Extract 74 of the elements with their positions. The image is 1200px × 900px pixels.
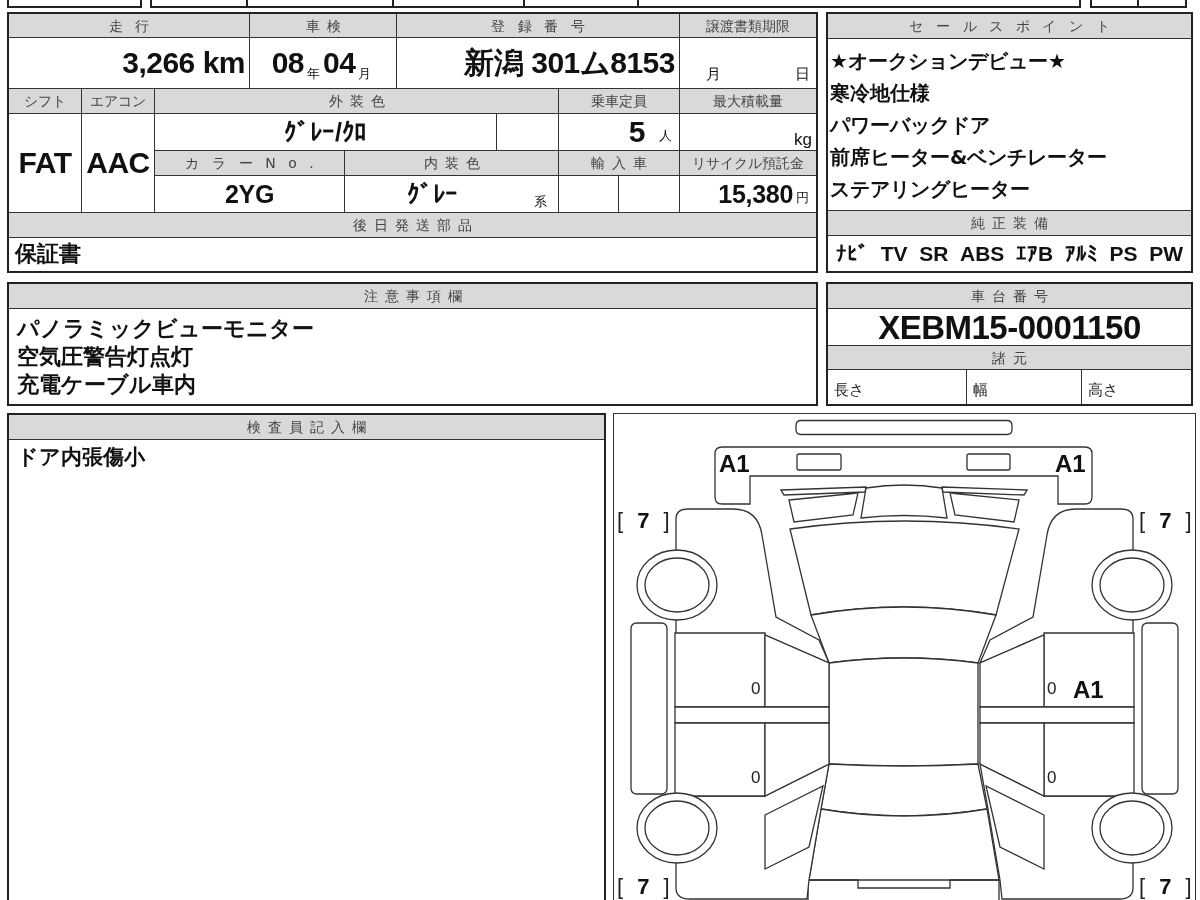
equipment-label: ｱﾙﾐ bbox=[1064, 243, 1098, 264]
damage-code: A1 bbox=[1055, 452, 1086, 476]
recycle-fee-value: 15,380 bbox=[718, 181, 793, 207]
column-header: 検査員記入欄 bbox=[9, 415, 604, 439]
inspection-month: 04 bbox=[323, 48, 356, 78]
deadline-day-unit: 日 bbox=[795, 67, 810, 82]
tire-reading: [ 7 ] bbox=[1139, 875, 1192, 899]
dimension-label: 高さ bbox=[1088, 383, 1118, 398]
capacity-value: 5 bbox=[628, 117, 645, 147]
max-load-unit: kg bbox=[794, 131, 812, 148]
column-header: 純正装備 bbox=[828, 211, 1191, 235]
year-unit: 年 bbox=[307, 67, 320, 80]
column-header: 最大積載量 bbox=[680, 89, 816, 113]
column-header: 内装色 bbox=[345, 151, 558, 175]
column-header: エアコン bbox=[82, 89, 154, 113]
column-header: 車台番号 bbox=[828, 284, 1191, 308]
door-reading: 0 bbox=[751, 769, 761, 786]
sales-point: ステアリングヒーター bbox=[830, 176, 1030, 203]
dimension-label: 長さ bbox=[834, 383, 864, 398]
tire-reading: [ 7 ] bbox=[617, 509, 670, 533]
column-header: リサイクル預託金 bbox=[680, 151, 816, 175]
note-text: パノラミックビューモニター bbox=[17, 315, 314, 343]
column-header: 車検 bbox=[250, 14, 396, 37]
bumper-light bbox=[966, 453, 1011, 471]
equipment-label: PW bbox=[1149, 243, 1183, 264]
door-reading: 0 bbox=[751, 680, 761, 697]
column-header: 登録番号 bbox=[397, 14, 679, 37]
yen-unit: 円 bbox=[796, 191, 809, 204]
plate-number: 新潟 301ム8153 bbox=[464, 48, 675, 78]
tire-reading: [ 7 ] bbox=[1139, 509, 1192, 533]
inspector-note: ドア内張傷小 bbox=[17, 444, 145, 470]
column-header: 後日発送部品 bbox=[9, 213, 816, 237]
column-header: 輸入車 bbox=[559, 151, 679, 175]
sales-point: 前席ヒーター&ベンチレーター bbox=[830, 144, 1108, 171]
door-reading: 0 bbox=[1047, 769, 1057, 786]
mileage-value: 3,266 km bbox=[122, 48, 245, 78]
later-parts-value: 保証書 bbox=[15, 242, 81, 267]
bumper-light bbox=[796, 453, 842, 471]
equipment-label: PS bbox=[1109, 243, 1138, 264]
equipment-label: ABS bbox=[960, 243, 1005, 264]
sales-point: パワーバックドア bbox=[830, 112, 990, 139]
interior-color-suffix: 系 bbox=[534, 195, 547, 208]
color-number-value: 2YG bbox=[224, 181, 275, 207]
damage-code: A1 bbox=[1073, 678, 1104, 702]
column-header: セールスポイント bbox=[828, 14, 1191, 38]
chassis-number: XEBM15-0001150 bbox=[878, 310, 1141, 344]
column-header: カラーNo. bbox=[155, 151, 344, 175]
door-reading: 0 bbox=[1047, 680, 1057, 697]
equipment-label: ﾅﾋﾞ bbox=[836, 243, 869, 264]
exterior-color-value: ｸﾞﾚｰ/ｸﾛ bbox=[283, 119, 368, 145]
equipment-label: ｴｱB bbox=[1016, 243, 1054, 264]
note-text: 充電ケーブル車内 bbox=[17, 371, 196, 399]
inspection-year: 08 bbox=[271, 48, 304, 78]
sales-point: ★オークションデビュー★ bbox=[830, 48, 1066, 75]
column-header: 走行 bbox=[9, 14, 249, 37]
equipment-label: TV bbox=[880, 243, 908, 264]
capacity-unit: 人 bbox=[659, 129, 672, 142]
equipment-label: SR bbox=[919, 243, 949, 264]
damage-code: A1 bbox=[719, 452, 750, 476]
shift-value: FAT bbox=[18, 148, 72, 178]
deadline-month-unit: 月 bbox=[706, 67, 721, 82]
column-header: 乗車定員 bbox=[559, 89, 679, 113]
dimension-label: 幅 bbox=[973, 383, 988, 398]
column-header: 譲渡書類期限 bbox=[680, 14, 816, 37]
column-header: 諸元 bbox=[828, 346, 1191, 369]
tire-reading: [ 7 ] bbox=[617, 875, 670, 899]
ac-value: AAC bbox=[86, 148, 150, 178]
sales-point: 寒冷地仕様 bbox=[830, 80, 930, 107]
column-header: 注意事項欄 bbox=[9, 284, 816, 308]
month-unit: 月 bbox=[358, 67, 372, 80]
column-header: 外装色 bbox=[155, 89, 558, 113]
column-header: シフト bbox=[9, 89, 81, 113]
interior-color-value: ｸﾞﾚｰ bbox=[407, 181, 459, 207]
note-text: 空気圧警告灯点灯 bbox=[17, 343, 193, 371]
